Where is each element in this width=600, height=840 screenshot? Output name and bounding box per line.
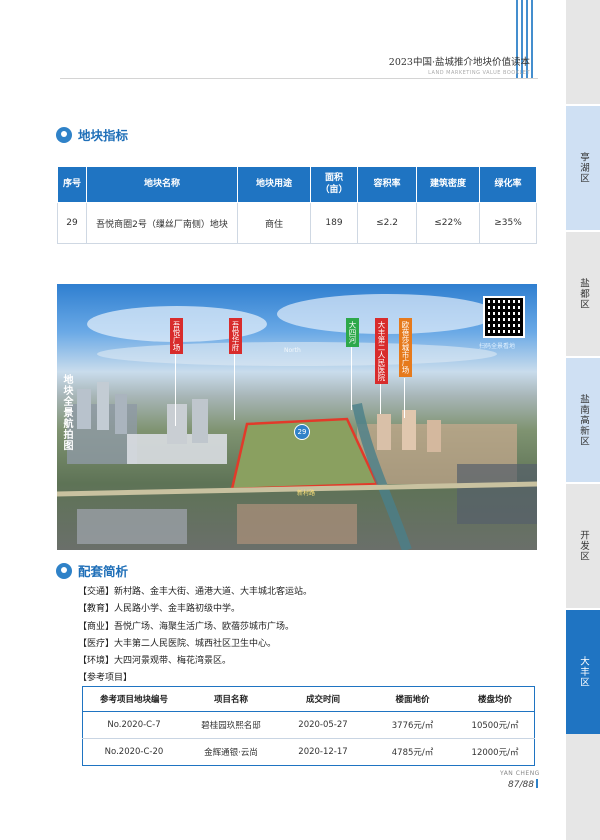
table-cell: 吾悦商圈2号（缫丝厂南侧）地块 bbox=[86, 202, 238, 244]
facilities-list: 【交通】新村路、金丰大街、通港大道、大丰城北客运站。 【教育】人民路小学、金丰路… bbox=[78, 584, 312, 688]
tag-pointer bbox=[175, 346, 176, 426]
facility-line: 【商业】吾悦广场、海聚生活广场、欧蓓莎城市广场。 bbox=[78, 621, 295, 632]
poi-tag-oubeisha-plaza: 欧蓓莎城市广场 bbox=[399, 318, 412, 377]
table-header-row: 序号 地块名称 地块用途 面积 （亩） 容积率 建筑密度 绿化率 bbox=[57, 166, 537, 203]
district-sidenav: 亭湖区 盐都区 盐南高新区 开发区 大丰区 bbox=[566, 0, 600, 840]
location-pin-icon bbox=[56, 562, 72, 579]
col-header: 面积 （亩） bbox=[310, 166, 358, 203]
sidenav-item-kaifaqu[interactable]: 开发区 bbox=[566, 484, 600, 608]
page-number: 87/88 bbox=[508, 779, 538, 790]
col-header: 项目名称 bbox=[185, 686, 277, 712]
table-cell: 碧桂园玖熙名邸 bbox=[185, 711, 277, 739]
table-row: No.2020-C-20 金辉通银·云尚 2020-12-17 4785元/㎡ … bbox=[82, 738, 535, 766]
col-header: 序号 bbox=[57, 166, 87, 203]
poi-tag-wuyue-huafu: 吾悦华府 bbox=[229, 318, 242, 354]
aerial-photo: 地块全景航拍图 North 吾悦广场 吾悦华府 大四河 大丰第二人民医院 欧蓓莎… bbox=[57, 284, 537, 550]
north-label: North bbox=[284, 347, 301, 354]
section-land-title: 地块指标 bbox=[78, 128, 129, 143]
poi-tag-wuyue-plaza: 吾悦广场 bbox=[170, 318, 183, 354]
col-header: 楼盘均价 bbox=[456, 686, 535, 712]
table-cell: ≤2.2 bbox=[357, 202, 417, 244]
sidenav-item-label: 开发区 bbox=[578, 530, 589, 562]
table-row: 29 吾悦商圈2号（缫丝厂南侧）地块 商住 189 ≤2.2 ≤22% ≥35% bbox=[57, 202, 537, 244]
facility-line: 【医疗】大丰第二人民医院、城西社区卫生中心。 bbox=[78, 638, 277, 649]
sidenav-item-tinghu[interactable]: 亭湖区 bbox=[566, 106, 600, 230]
tag-pointer bbox=[380, 384, 381, 414]
sidenav-item-label: 盐都区 bbox=[578, 278, 589, 310]
table-cell: 商住 bbox=[237, 202, 311, 244]
col-header: 参考项目地块编号 bbox=[82, 686, 185, 712]
header-divider bbox=[60, 78, 538, 79]
table-cell: 2020-05-27 bbox=[277, 711, 369, 739]
lot-number-badge: 29 bbox=[294, 424, 310, 440]
qr-caption: 扫码全景看地 bbox=[479, 343, 516, 350]
land-indicator-table: 序号 地块名称 地块用途 面积 （亩） 容积率 建筑密度 绿化率 29 吾悦商圈… bbox=[57, 166, 537, 244]
sidenav-item-label: 大丰区 bbox=[578, 656, 589, 688]
tag-pointer bbox=[404, 378, 405, 418]
table-header-row: 参考项目地块编号 项目名称 成交时间 楼面地价 楼盘均价 bbox=[82, 686, 535, 712]
sidenav-spacer bbox=[566, 0, 600, 104]
tag-pointer bbox=[234, 354, 235, 420]
sidenav-spacer bbox=[566, 734, 600, 840]
facility-line: 【环境】大四河景观带、梅花湾景区。 bbox=[78, 656, 232, 667]
table-cell: 12000元/㎡ bbox=[456, 738, 535, 766]
poi-tag-hospital: 大丰第二人民医院 bbox=[375, 318, 388, 384]
location-pin-icon bbox=[56, 126, 72, 143]
booklet-brand: 2023中国·盐城推介地块价值读本 LAND MARKETING VALUE B… bbox=[389, 54, 530, 76]
table-cell: 3776元/㎡ bbox=[369, 711, 456, 739]
table-cell: ≥35% bbox=[479, 202, 537, 244]
col-header: 成交时间 bbox=[277, 686, 369, 712]
tag-pointer bbox=[351, 344, 352, 410]
facility-line: 【交通】新村路、金丰大街、通港大道、大丰城北客运站。 bbox=[78, 587, 313, 597]
poi-tag-dasi-river: 大四河 bbox=[346, 318, 359, 347]
col-header: 建筑密度 bbox=[416, 166, 480, 203]
booklet-subtitle: LAND MARKETING VALUE BOOKLET bbox=[428, 70, 530, 76]
col-header: 地块用途 bbox=[237, 166, 311, 203]
table-cell: No.2020-C-7 bbox=[82, 711, 185, 739]
sidenav-item-label: 亭湖区 bbox=[578, 152, 589, 184]
road-label: 新村路 bbox=[297, 490, 316, 497]
reference-projects-table: 参考项目地块编号 项目名称 成交时间 楼面地价 楼盘均价 No.2020-C-7… bbox=[82, 686, 535, 766]
col-header: 地块名称 bbox=[86, 166, 238, 203]
table-cell: No.2020-C-20 bbox=[82, 738, 185, 766]
sidenav-item-yandu[interactable]: 盐都区 bbox=[566, 232, 600, 356]
aerial-scene bbox=[57, 294, 537, 550]
sidenav-item-dafeng[interactable]: 大丰区 bbox=[566, 610, 600, 734]
section-facilities-heading: 配套简析 bbox=[56, 561, 128, 580]
table-cell: 189 bbox=[310, 202, 358, 244]
sidenav-item-label: 盐南高新区 bbox=[578, 393, 589, 447]
col-header: 楼面地价 bbox=[369, 686, 456, 712]
table-cell: ≤22% bbox=[416, 202, 480, 244]
col-header: 容积率 bbox=[357, 166, 417, 203]
qr-code[interactable] bbox=[483, 296, 525, 338]
col-header: 绿化率 bbox=[479, 166, 537, 203]
table-cell: 4785元/㎡ bbox=[369, 738, 456, 766]
facility-line: 【教育】人民路小学、金丰路初级中学。 bbox=[78, 604, 241, 615]
table-cell: 10500元/㎡ bbox=[456, 711, 535, 739]
table-cell: 29 bbox=[57, 202, 87, 244]
footer-brand: YAN CHENG bbox=[500, 770, 540, 777]
section-facilities-title: 配套简析 bbox=[78, 564, 129, 579]
table-cell: 金辉通银·云尚 bbox=[185, 738, 277, 766]
sidenav-item-yannan[interactable]: 盐南高新区 bbox=[566, 358, 600, 482]
section-land-heading: 地块指标 bbox=[56, 125, 128, 144]
booklet-title: 2023中国·盐城推介地块价值读本 bbox=[388, 57, 530, 68]
table-row: No.2020-C-7 碧桂园玖熙名邸 2020-05-27 3776元/㎡ 1… bbox=[82, 711, 535, 739]
photo-side-label: 地块全景航拍图 bbox=[61, 374, 72, 451]
table-cell: 2020-12-17 bbox=[277, 738, 369, 766]
